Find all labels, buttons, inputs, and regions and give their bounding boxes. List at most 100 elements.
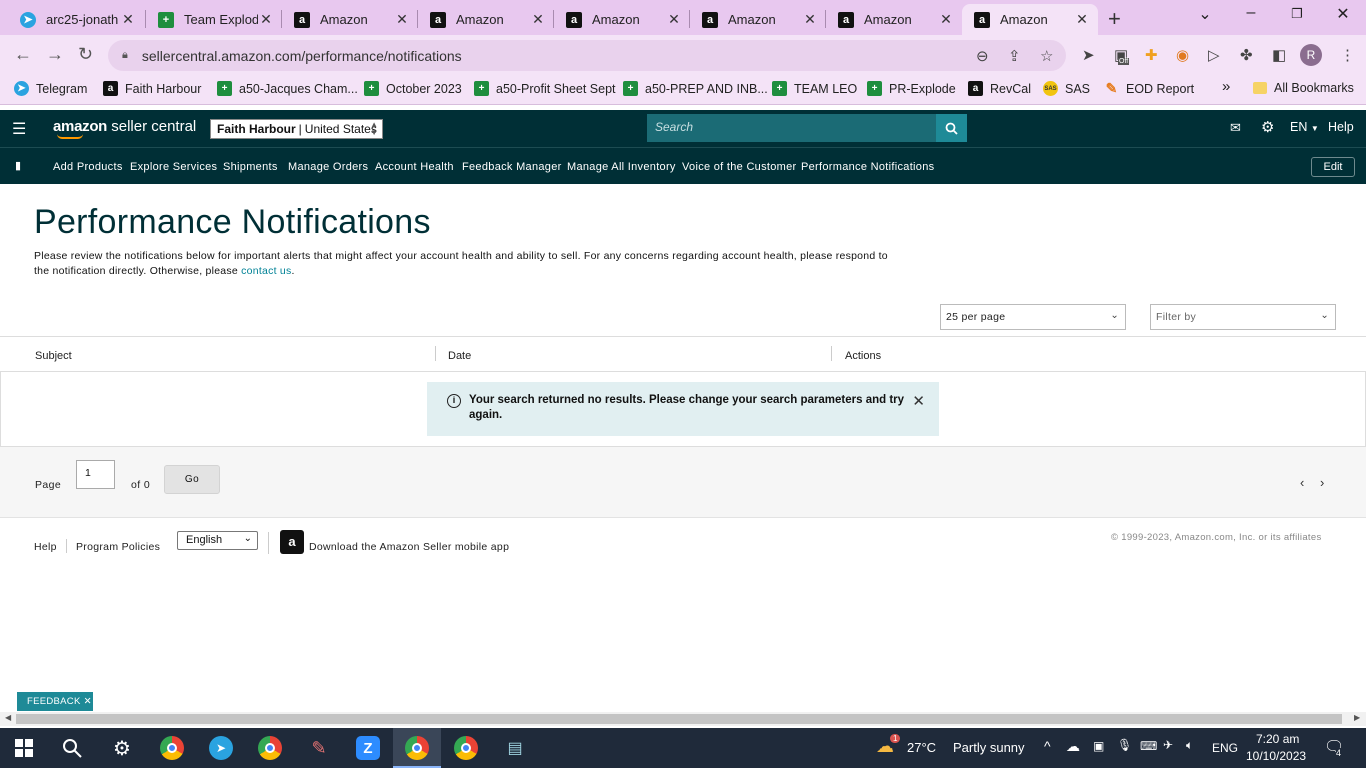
close-icon[interactable]: ✕ <box>120 11 136 28</box>
close-icon[interactable]: ✕ <box>802 11 818 28</box>
next-page-icon[interactable]: › <box>1320 475 1324 490</box>
all-bookmarks-button[interactable]: All Bookmarks <box>1253 81 1354 95</box>
weather-desc[interactable]: Partly sunny <box>953 740 1025 755</box>
browser-tab[interactable]: ➤ arc25-jonath ✕ <box>8 4 144 35</box>
nav-voice-of-customer[interactable]: Voice of the Customer <box>682 161 797 173</box>
network-icon[interactable]: ✈ <box>1163 738 1173 752</box>
browser-tab[interactable]: a Amazon ✕ <box>554 4 690 35</box>
close-icon[interactable]: ✕ <box>530 11 546 28</box>
onedrive-icon[interactable]: ☁ <box>1066 738 1080 755</box>
windows-start-icon[interactable] <box>12 736 36 760</box>
edit-nav-button[interactable]: Edit <box>1311 157 1355 177</box>
language-indicator[interactable]: ENG <box>1212 741 1238 755</box>
bookmark-item[interactable]: + a50-Profit Sheet Sept <box>474 81 616 96</box>
chrome-active-icon[interactable] <box>405 736 429 760</box>
clock-date[interactable]: 10/10/2023 <box>1246 749 1306 763</box>
boost-extension-icon[interactable]: ✚ <box>1145 46 1158 64</box>
volume-icon[interactable]: 🔈︎ <box>1186 738 1193 753</box>
close-icon[interactable]: ✕ <box>394 11 410 28</box>
contact-us-link[interactable]: contact us <box>241 265 291 277</box>
microphone-icon[interactable]: 🎙︎ <box>1117 738 1132 752</box>
browser-tab[interactable]: a Amazon ✕ <box>282 4 418 35</box>
amazon-app-icon[interactable]: a <box>280 530 304 554</box>
tray-overflow-icon[interactable]: ^ <box>1044 738 1051 754</box>
paint-app-icon[interactable]: ✎ <box>307 736 331 760</box>
bookmark-item[interactable]: + a50-PREP AND INB... <box>623 81 768 96</box>
nav-explore-services[interactable]: Explore Services <box>130 161 217 173</box>
language-selector[interactable]: EN ▼ <box>1290 120 1319 134</box>
bookmark-item[interactable]: + October 2023 <box>364 81 462 96</box>
bookmark-item[interactable]: ✎ EOD Report <box>1104 80 1194 96</box>
account-switcher[interactable]: Faith Harbour | United States ▲ ▼ <box>210 119 383 139</box>
site-info-icon[interactable]: 🔒︎ <box>122 49 128 62</box>
browser-tab-active[interactable]: a Amazon ✕ <box>962 4 1098 35</box>
browser-tab[interactable]: a Amazon ✕ <box>690 4 826 35</box>
minimize-icon[interactable]: – <box>1236 4 1266 22</box>
hamburger-menu-icon[interactable]: ☰ <box>12 119 26 139</box>
close-icon[interactable]: ✕ <box>912 392 925 410</box>
per-page-select[interactable]: 25 per page ⌄ <box>940 304 1126 330</box>
close-icon[interactable]: ✕ <box>938 11 954 28</box>
zoom-app-icon[interactable]: Z <box>356 736 380 760</box>
browser-tab[interactable]: a Amazon ✕ <box>418 4 554 35</box>
prev-page-icon[interactable]: ‹ <box>1300 475 1304 490</box>
mail-icon[interactable]: ✉ <box>1230 120 1241 136</box>
bookmarks-overflow-button[interactable]: » <box>1222 78 1230 95</box>
bookmark-item[interactable]: a Faith Harbour <box>103 81 201 96</box>
footer-help-link[interactable]: Help <box>34 541 57 553</box>
close-icon[interactable]: ✕ <box>84 696 92 707</box>
camera-icon[interactable]: ▣ <box>1093 739 1104 753</box>
bookmark-item[interactable]: SAS SAS <box>1043 81 1090 96</box>
extension-play-icon[interactable]: ▷ <box>1208 46 1220 64</box>
download-app-link[interactable]: Download the Amazon Seller mobile app <box>309 541 509 553</box>
nav-performance-notifications[interactable]: Performance Notifications <box>801 161 934 173</box>
footer-language-select[interactable]: English ⌄ <box>177 531 258 550</box>
column-date[interactable]: Date <box>448 350 471 362</box>
column-divider[interactable] <box>435 346 436 361</box>
scroll-right-icon[interactable]: ▶ <box>1354 713 1360 722</box>
settings-icon[interactable]: ⚙ <box>110 736 134 760</box>
chrome-profile-icon[interactable] <box>258 736 282 760</box>
address-bar[interactable]: 🔒︎ sellercentral.amazon.com/performance/… <box>108 40 1066 71</box>
notepad-icon[interactable]: ▤ <box>503 736 527 760</box>
close-icon[interactable]: ✕ <box>666 11 682 28</box>
settings-gear-icon[interactable]: ⚙ <box>1261 118 1274 136</box>
extension-circle-icon[interactable]: ◉ <box>1176 46 1189 64</box>
help-link[interactable]: Help <box>1328 120 1354 134</box>
notifications-icon[interactable]: 🗨︎ <box>1324 737 1344 757</box>
telegram-icon[interactable]: ➤ <box>209 736 233 760</box>
column-divider[interactable] <box>831 346 832 361</box>
share-icon[interactable]: ⇪ <box>1008 47 1021 65</box>
nav-manage-all-inventory[interactable]: Manage All Inventory <box>567 161 676 173</box>
bookmark-item[interactable]: + TEAM LEO <box>772 81 857 96</box>
bookmark-icon[interactable]: ▮ <box>15 159 21 172</box>
tab-search-icon[interactable]: ⌄ <box>1190 4 1220 24</box>
nav-manage-orders[interactable]: Manage Orders <box>288 161 368 173</box>
nav-shipments[interactable]: Shipments <box>223 161 278 173</box>
program-policies-link[interactable]: Program Policies <box>76 541 160 553</box>
nav-account-health[interactable]: Account Health <box>375 161 454 173</box>
bookmark-star-icon[interactable]: ☆ <box>1040 47 1053 65</box>
menu-kebab-icon[interactable]: ⋮ <box>1340 46 1355 64</box>
scrollbar-thumb[interactable] <box>16 714 1342 724</box>
restore-icon[interactable]: ❐ <box>1282 6 1312 22</box>
forward-icon[interactable]: → <box>46 44 64 65</box>
chrome-icon[interactable] <box>160 736 184 760</box>
browser-tab[interactable]: a Amazon ✕ <box>826 4 962 35</box>
scroll-left-icon[interactable]: ◀ <box>5 713 11 722</box>
extension-arrow-icon[interactable]: ➤ <box>1082 46 1095 64</box>
ime-icon[interactable]: ⌨ <box>1140 739 1157 753</box>
side-panel-icon[interactable]: ◧ <box>1272 46 1286 64</box>
close-icon[interactable]: ✕ <box>1074 11 1090 28</box>
search-input[interactable]: Search <box>647 114 936 142</box>
close-window-icon[interactable]: ✕ <box>1328 4 1358 24</box>
nav-feedback-manager[interactable]: Feedback Manager <box>462 161 562 173</box>
back-icon[interactable]: ← <box>14 44 32 65</box>
go-button[interactable]: Go <box>164 465 220 494</box>
browser-tab[interactable]: + Team Explod ✕ <box>146 4 282 35</box>
search-button[interactable] <box>936 114 967 142</box>
page-number-input[interactable]: 1 <box>76 460 115 489</box>
weather-temp[interactable]: 27°C <box>907 740 936 755</box>
nav-add-products[interactable]: Add Products <box>53 161 123 173</box>
close-icon[interactable]: ✕ <box>258 11 274 28</box>
